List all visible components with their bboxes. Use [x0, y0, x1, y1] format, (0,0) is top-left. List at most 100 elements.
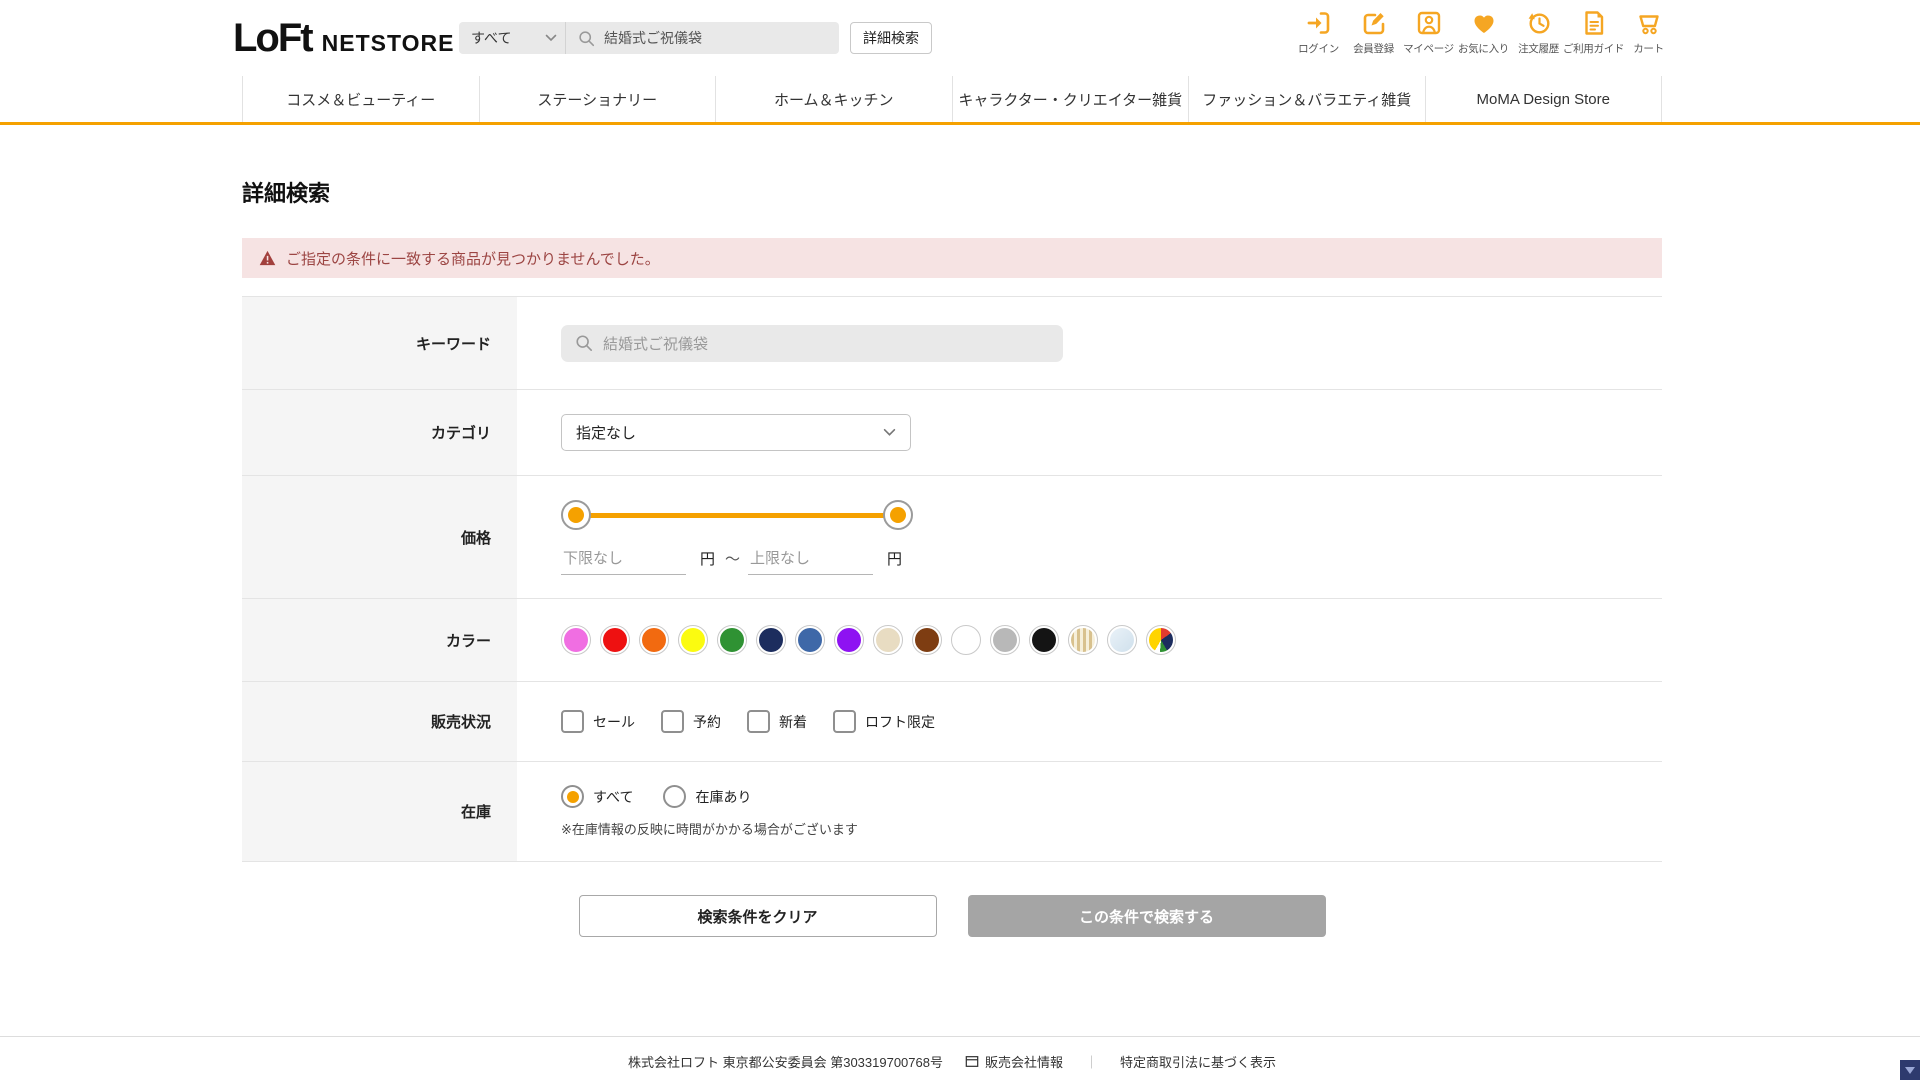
scroll-down-arrow-icon — [1905, 1066, 1915, 1074]
checkbox-reservation-label: 予約 — [693, 713, 721, 730]
checkbox-sale[interactable]: セール — [561, 710, 635, 733]
guide-button[interactable]: ご利用ガイド — [1563, 9, 1624, 56]
search-form: キーワード 結婚式ご祝儀袋 カテゴリ 指定なし 価格 下限なし 円 ～ 上限なし… — [242, 296, 1662, 862]
color-swatch-black[interactable] — [1029, 625, 1059, 655]
checkbox-reservation-box[interactable] — [661, 710, 684, 733]
radio-stock-available-dot[interactable] — [663, 785, 687, 808]
checkbox-new-box[interactable] — [747, 710, 770, 733]
color-swatch-blue[interactable] — [795, 625, 825, 655]
color-swatch-silver[interactable] — [1107, 625, 1137, 655]
form-actions: 検索条件をクリア この条件で検索する — [242, 895, 1662, 937]
color-swatch-orange[interactable] — [639, 625, 669, 655]
header-icon-menu: ログイン 会員登録 マイページ お気に入り 注文履歴 ご利用ガイド カート — [1291, 9, 1676, 56]
chevron-down-icon — [883, 428, 896, 436]
mypage-icon — [1417, 11, 1440, 35]
category-nav: コスメ＆ビューティー ステーショナリー ホーム＆キッチン キャラクター・クリエイ… — [0, 76, 1920, 125]
color-swatch-red[interactable] — [600, 625, 630, 655]
color-swatch-brown[interactable] — [912, 625, 942, 655]
category-label: カテゴリ — [242, 390, 517, 475]
price-min-input[interactable]: 下限なし — [561, 544, 686, 575]
price-max-input[interactable]: 上限なし — [748, 544, 874, 575]
stock-note: ※在庫情報の反映に時間がかかる場合がございます — [561, 822, 858, 837]
detail-search-button[interactable]: 詳細検索 — [850, 22, 932, 54]
cart-label: カート — [1633, 43, 1664, 55]
footer-divider: ｜ — [1084, 1055, 1098, 1070]
price-row: 価格 下限なし 円 ～ 上限なし 円 — [242, 476, 1662, 599]
checkbox-loft-limited-box[interactable] — [833, 710, 856, 733]
nav-item-stationery[interactable]: ステーショナリー — [478, 76, 716, 122]
commercial-law-label: 特定商取引法に基づく表示 — [1120, 1055, 1277, 1070]
price-tilde: ～ — [725, 550, 741, 568]
checkbox-reservation[interactable]: 予約 — [661, 710, 721, 733]
search-input[interactable]: 結婚式ご祝儀袋 — [566, 22, 839, 54]
scrollbar-down-button[interactable] — [1900, 1060, 1920, 1080]
color-swatch-green[interactable] — [717, 625, 747, 655]
radio-stock-all-dot[interactable] — [561, 785, 584, 808]
color-swatch-navy[interactable] — [756, 625, 786, 655]
mypage-button[interactable]: マイページ — [1401, 9, 1456, 56]
search-with-conditions-button[interactable]: この条件で検索する — [967, 895, 1326, 937]
radio-stock-available-label: 在庫あり — [695, 788, 752, 805]
radio-stock-all[interactable]: すべて — [561, 785, 633, 808]
checkbox-loft-limited[interactable]: ロフト限定 — [833, 710, 935, 733]
color-swatch-gray[interactable] — [990, 625, 1020, 655]
nav-item-home-kitchen[interactable]: ホーム＆キッチン — [715, 76, 952, 122]
nav-item-character[interactable]: キャラクター・クリエイター雑貨 — [951, 76, 1189, 122]
clear-conditions-button[interactable]: 検索条件をクリア — [578, 895, 937, 937]
search-icon — [579, 30, 595, 46]
order-history-button[interactable]: 注文履歴 — [1511, 9, 1566, 56]
category-select[interactable]: 指定なし — [561, 414, 911, 451]
logo-loft-text: LoFt — [233, 16, 314, 60]
checkbox-new-label: 新着 — [779, 713, 807, 730]
chevron-down-icon — [545, 34, 557, 42]
color-label: カラー — [242, 599, 517, 681]
favorites-label: お気に入り — [1458, 43, 1509, 55]
slider-handle-min[interactable] — [561, 499, 591, 530]
seller-info-link[interactable]: 販売会社情報 — [965, 1052, 1063, 1071]
checkbox-loft-limited-label: ロフト限定 — [865, 713, 935, 730]
login-button[interactable]: ログイン — [1291, 9, 1346, 56]
mypage-label: マイページ — [1403, 43, 1454, 55]
register-button[interactable]: 会員登録 — [1346, 9, 1401, 56]
nav-item-cosme[interactable]: コスメ＆ビューティー — [242, 76, 479, 122]
login-label: ログイン — [1298, 43, 1339, 55]
color-swatch-white[interactable] — [951, 625, 981, 655]
search-scope-select[interactable]: すべて — [459, 22, 566, 54]
sales-status-row: 販売状況 セール 予約 新着 ロフト限定 — [242, 682, 1662, 762]
color-swatch-yellow[interactable] — [678, 625, 708, 655]
checkbox-sale-box[interactable] — [561, 710, 584, 733]
favorites-button[interactable]: お気に入り — [1456, 9, 1511, 56]
slider-handle-max[interactable] — [883, 499, 913, 530]
search-query-value: 結婚式ご祝儀袋 — [604, 30, 702, 46]
color-swatch-beige[interactable] — [873, 625, 903, 655]
keyword-input[interactable]: 結婚式ご祝儀袋 — [561, 324, 1063, 362]
color-swatch-gold[interactable] — [1068, 625, 1098, 655]
slider-track — [576, 512, 898, 518]
color-row: カラー — [242, 599, 1662, 682]
sales-status-label: 販売状況 — [242, 682, 517, 761]
color-swatch-pink[interactable] — [561, 625, 591, 655]
cart-button[interactable]: カート — [1621, 9, 1676, 56]
checkbox-new[interactable]: 新着 — [747, 710, 807, 733]
guide-document-icon — [1584, 11, 1603, 35]
site-logo[interactable]: LoFt NETSTORE — [233, 16, 454, 61]
commercial-law-link[interactable]: 特定商取引法に基づく表示 — [1120, 1052, 1276, 1071]
cart-icon — [1638, 15, 1659, 35]
category-row: カテゴリ 指定なし — [242, 390, 1662, 476]
search-scope-value: すべて — [471, 30, 512, 46]
login-icon — [1307, 12, 1329, 34]
search-icon — [576, 335, 593, 352]
price-label: 価格 — [242, 476, 517, 598]
store-icon — [965, 1056, 979, 1067]
category-value: 指定なし — [576, 425, 637, 442]
keyword-row: キーワード 結婚式ご祝儀袋 — [242, 297, 1662, 390]
page-title: 詳細検索 — [242, 181, 331, 206]
color-swatch-purple[interactable] — [834, 625, 864, 655]
color-swatch-multicolor[interactable] — [1146, 625, 1176, 655]
keyword-label: キーワード — [242, 297, 517, 389]
nav-item-moma[interactable]: MoMA Design Store — [1424, 76, 1662, 122]
register-label: 会員登録 — [1353, 43, 1394, 55]
nav-item-fashion[interactable]: ファッション＆バラエティ雑貨 — [1188, 76, 1425, 122]
error-message: ご指定の条件に一致する商品が見つかりませんでした。 — [286, 250, 660, 268]
radio-stock-available[interactable]: 在庫あり — [663, 785, 751, 808]
